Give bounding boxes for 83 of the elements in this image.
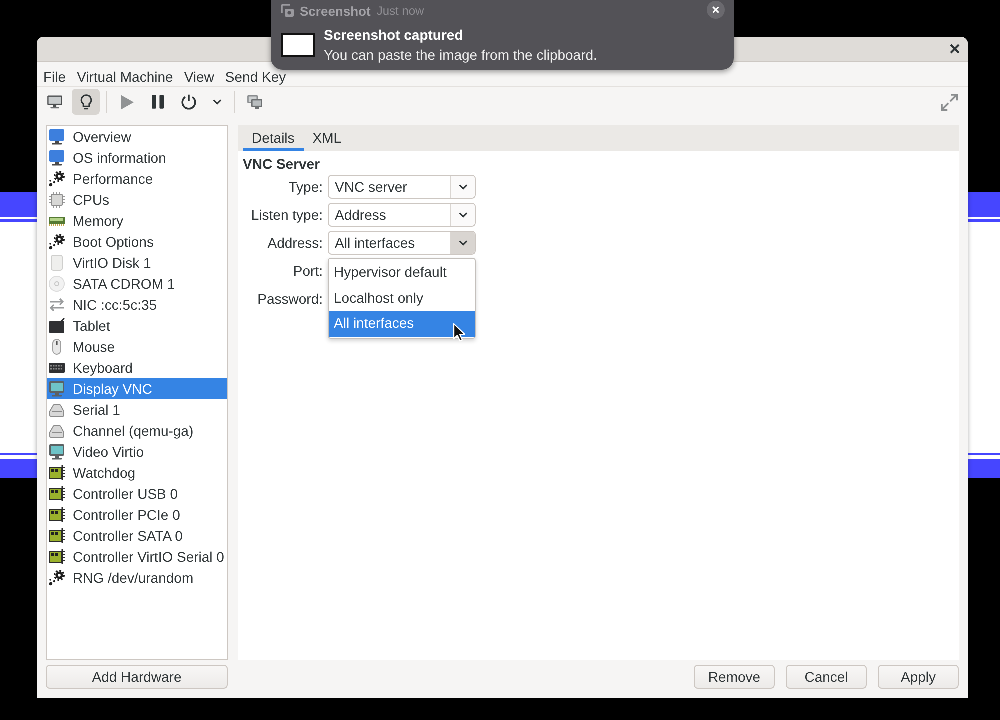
menu-item[interactable]: Virtual Machine	[72, 70, 179, 84]
hardware-list-item[interactable]: Mouse	[47, 336, 227, 357]
hardware-list-item[interactable]: Overview	[47, 126, 227, 147]
tablet-icon	[49, 318, 65, 334]
hardware-list-item[interactable]: VirtIO Disk 1	[47, 252, 227, 273]
monitor-icon	[49, 444, 65, 460]
hardware-list-item[interactable]: NIC :cc:5c:35	[47, 294, 227, 315]
monitor-icon	[49, 150, 65, 166]
hardware-list-item[interactable]: Controller USB 0	[47, 483, 227, 504]
gears-icon	[49, 570, 65, 586]
device-icon	[49, 422, 65, 438]
caret-icon	[212, 99, 222, 105]
dialog-button[interactable]: Apply	[878, 665, 959, 689]
hardware-list-item[interactable]: SATA CDROM 1	[47, 273, 227, 294]
dialog-button[interactable]: Remove	[694, 665, 775, 689]
menu-item[interactable]: Send Key	[220, 70, 292, 84]
hardware-list-item[interactable]: Boot Options	[47, 231, 227, 252]
hardware-list-item[interactable]: Watchdog	[47, 462, 227, 483]
chevron-down-icon	[458, 240, 468, 246]
hardware-list-item[interactable]: Keyboard	[47, 357, 227, 378]
disc-icon	[49, 276, 65, 292]
hardware-list-item[interactable]: Memory	[47, 210, 227, 231]
timestamp: Just now	[376, 4, 424, 18]
notification-title: Screenshot captured	[324, 27, 464, 43]
dropdown[interactable]: All interfaces	[328, 231, 476, 255]
hardware-list-item[interactable]: Video Virtio	[47, 441, 227, 462]
expansion-card-icon	[49, 528, 65, 544]
image-thumbnail	[281, 33, 315, 57]
close-icon	[712, 6, 720, 14]
close-button[interactable]	[707, 1, 725, 19]
field-label: Type:	[288, 179, 323, 195]
section-heading: VNC Server	[243, 157, 322, 172]
arrows-icon	[49, 296, 65, 312]
hardware-list-item[interactable]: RNG /dev/urandom	[47, 567, 227, 588]
hardware-list-item[interactable]: Performance	[47, 168, 227, 189]
hardware-list-item[interactable]: Display VNC	[47, 378, 227, 399]
chevron-down-icon	[458, 184, 468, 190]
notification-body: You can paste the image from the clipboard.	[324, 47, 598, 63]
monitor-icon	[47, 95, 63, 109]
gears-icon	[49, 234, 65, 250]
dropdown-option[interactable]: Hypervisor default	[329, 260, 475, 286]
screenshot-icon	[281, 4, 295, 18]
expansion-card-icon	[49, 464, 65, 480]
dropdown-option[interactable]: All interfaces	[329, 311, 475, 336]
expansion-card-icon	[49, 548, 65, 564]
hardware-list-item[interactable]: CPUs	[47, 189, 227, 210]
add-hardware-button[interactable]: Add Hardware	[46, 665, 228, 689]
hardware-list-item[interactable]: Serial 1	[47, 399, 227, 420]
expansion-card-icon	[49, 506, 65, 522]
field-label: Port:	[293, 263, 323, 279]
menu-item[interactable]: View	[178, 70, 220, 84]
dialog-button[interactable]: Cancel	[786, 665, 867, 689]
chevron-down-icon	[458, 212, 468, 218]
monitor-icon	[49, 128, 65, 144]
screens-icon	[247, 95, 263, 109]
expand-icon	[940, 94, 958, 110]
pause-icon	[152, 95, 164, 109]
expansion-card-icon	[49, 486, 65, 502]
play-icon	[120, 94, 134, 110]
dropdown-option[interactable]: Localhost only	[329, 286, 475, 311]
hardware-list-item[interactable]: OS information	[47, 147, 227, 168]
lightbulb-icon	[80, 94, 92, 110]
field-label: Address:	[268, 235, 323, 251]
hardware-list-item[interactable]: Controller PCIe 0	[47, 504, 227, 525]
hardware-list-item[interactable]: Tablet	[47, 315, 227, 336]
dropdown[interactable]: VNC server	[328, 175, 476, 199]
chip-icon	[49, 192, 65, 208]
dropdown[interactable]: Address	[328, 203, 476, 227]
gears-icon	[49, 170, 65, 186]
close-button[interactable]	[950, 44, 960, 54]
app-name: Screenshot	[300, 4, 371, 18]
hardware-list-item[interactable]: Controller VirtIO Serial 0	[47, 546, 227, 567]
field-label: Password:	[258, 291, 323, 307]
field-label: Listen type:	[251, 207, 323, 223]
device-icon	[49, 402, 65, 418]
details-button[interactable]	[72, 89, 100, 115]
monitor-icon	[49, 380, 65, 396]
hardware-list-item[interactable]: Controller SATA 0	[47, 525, 227, 546]
hardware-list-item[interactable]: Channel (qemu-ga)	[47, 420, 227, 441]
tab[interactable]: XML	[304, 125, 351, 151]
power-icon	[181, 94, 197, 110]
menu-item[interactable]: File	[38, 70, 72, 84]
close-icon	[950, 44, 960, 54]
